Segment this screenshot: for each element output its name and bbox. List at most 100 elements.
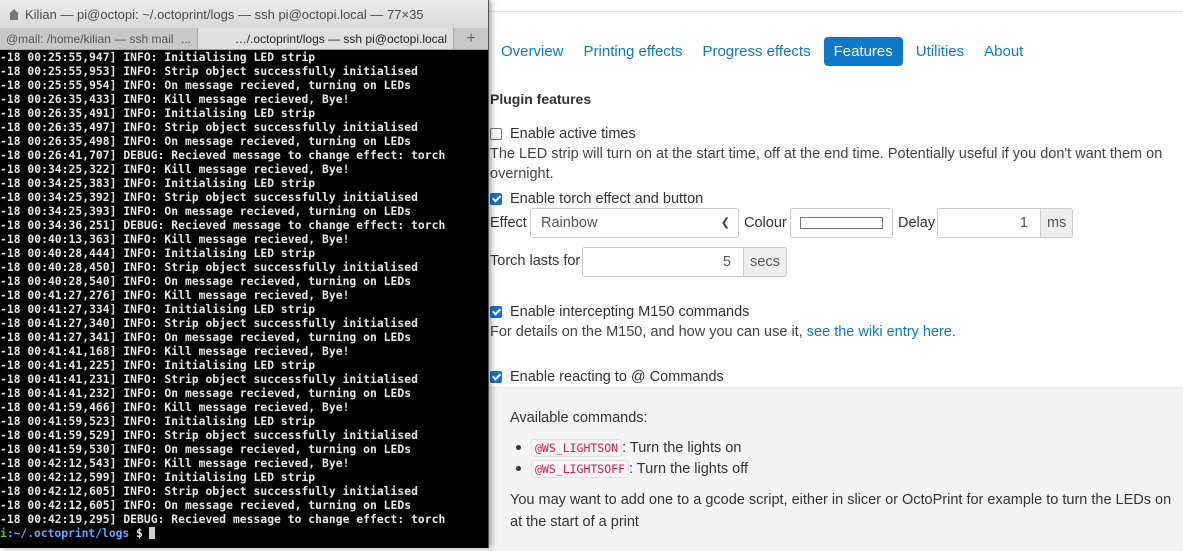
bullet <box>516 466 521 471</box>
log-line: -18 00:41:59,523] INFO: Initialising LED… <box>0 415 316 428</box>
prompt-symbol: $ <box>129 527 143 540</box>
m150-help-text: For details on the M150, and how you can… <box>490 324 807 340</box>
log-line: -18 00:41:41,225] INFO: Initialising LED… <box>0 359 316 372</box>
at-commands-label: Enable reacting to @ Commands <box>510 369 724 385</box>
bullet <box>516 445 521 450</box>
m150-label: Enable intercepting M150 commands <box>510 304 750 320</box>
section-title: Plugin features <box>490 91 592 107</box>
log-line: -18 00:26:41,707] DEBUG: Recieved messag… <box>0 149 446 162</box>
log-line: -18 00:26:35,433] INFO: Kill message rec… <box>0 93 350 106</box>
tab-features[interactable]: Features <box>823 37 903 66</box>
log-line: -18 00:41:41,232] INFO: On message recie… <box>0 387 412 400</box>
commands-info-panel: Available commands: @WS_LIGHTSON : Turn … <box>488 387 1183 551</box>
m150-checkbox[interactable] <box>490 306 502 318</box>
cursor <box>148 527 155 539</box>
chevron-down-icon: ❮ <box>720 217 730 229</box>
terminal-tab-logs[interactable]: …/.octoprint/logs — ssh pi@octopi.local <box>198 28 454 49</box>
wiki-link[interactable]: see the wiki entry here. <box>807 324 956 340</box>
log-line: -18 00:40:28,540] INFO: On message recie… <box>0 275 412 288</box>
log-line: -18 00:42:12,605] INFO: On message recie… <box>0 499 412 512</box>
log-line: -18 00:25:55,953] INFO: Strip object suc… <box>0 65 418 78</box>
effect-select-value: Rainbow <box>541 215 598 231</box>
plugin-settings-page: Overview Printing effects Progress effec… <box>488 0 1183 551</box>
m150-help: For details on the M150, and how you can… <box>490 322 956 342</box>
overflow-dots: ... <box>180 31 191 46</box>
at-commands-checkbox[interactable] <box>490 371 502 383</box>
torch-lasts-unit: secs <box>744 247 787 277</box>
command-desc: : Turn the lights on <box>622 439 742 456</box>
log-line: -18 00:42:12,605] INFO: Strip object suc… <box>0 485 418 498</box>
log-line: -18 00:34:25,392] INFO: Strip object suc… <box>0 191 418 204</box>
commands-list: @WS_LIGHTSON : Turn the lights on @WS_LI… <box>510 437 748 479</box>
new-tab-button[interactable]: + <box>454 28 488 49</box>
tab-utilities[interactable]: Utilities <box>909 37 971 66</box>
terminal-output[interactable]: -18 00:25:55,947] INFO: Initialising LED… <box>0 51 488 545</box>
log-line: -18 00:25:55,954] INFO: On message recie… <box>0 79 412 92</box>
prompt-host: i <box>0 527 7 540</box>
log-line: -18 00:41:59,529] INFO: Strip object suc… <box>0 429 418 442</box>
command-code: @WS_LIGHTSON <box>531 438 623 457</box>
log-line: -18 00:34:25,322] INFO: Kill message rec… <box>0 163 350 176</box>
log-line: -18 00:26:35,497] INFO: Strip object suc… <box>0 121 418 134</box>
commands-note: You may want to add one to a gcode scrip… <box>510 492 1172 530</box>
terminal-tab-label: @mail: /home/kilian — ssh mail <box>6 31 174 46</box>
torch-checkbox[interactable] <box>490 193 502 205</box>
delay-unit: ms <box>1041 208 1074 238</box>
log-line: -18 00:41:27,334] INFO: Initialising LED… <box>0 303 316 316</box>
torch-lasts-label: Torch lasts for <box>490 253 581 269</box>
tab-progress-effects[interactable]: Progress effects <box>695 37 817 66</box>
log-line: -18 00:26:35,491] INFO: Initialising LED… <box>0 107 316 120</box>
log-lines: -18 00:25:55,947] INFO: Initialising LED… <box>0 51 488 527</box>
log-line: -18 00:42:12,599] INFO: Initialising LED… <box>0 471 316 484</box>
log-line: -18 00:34:25,393] INFO: On message recie… <box>0 205 412 218</box>
prompt-path: :~/.octoprint/logs <box>6 527 130 540</box>
log-line: -18 00:42:12,543] INFO: Kill message rec… <box>0 457 350 470</box>
log-line: -18 00:40:28,450] INFO: Strip object suc… <box>0 261 418 274</box>
m150-row: Enable intercepting M150 commands <box>490 304 749 320</box>
at-commands-row: Enable reacting to @ Commands <box>490 369 724 385</box>
shell-prompt[interactable]: i:~/.octoprint/logs $ <box>0 527 488 541</box>
active-times-help: The LED strip will turn on at the start … <box>490 146 1163 182</box>
home-icon <box>9 8 19 20</box>
torch-label: Enable torch effect and button <box>510 191 704 207</box>
log-line: -18 00:41:41,168] INFO: Kill message rec… <box>0 345 350 358</box>
terminal-window[interactable]: Kilian — pi@octopi: ~/.octoprint/logs — … <box>0 0 489 548</box>
delay-label: Delay <box>898 215 936 231</box>
terminal-titlebar[interactable]: Kilian — pi@octopi: ~/.octoprint/logs — … <box>0 0 488 29</box>
terminal-tab-mail[interactable]: @mail: /home/kilian — ssh mail ... <box>0 28 198 49</box>
active-times-label: Enable active times <box>510 126 636 142</box>
tab-about[interactable]: About <box>977 37 1030 66</box>
log-line: -18 00:40:13,363] INFO: Kill message rec… <box>0 233 350 246</box>
log-line: -18 00:25:55,947] INFO: Initialising LED… <box>0 51 316 64</box>
settings-tabs: Overview Printing effects Progress effec… <box>494 37 1036 66</box>
log-line: -18 00:41:27,341] INFO: On message recie… <box>0 331 412 344</box>
active-times-checkbox[interactable] <box>490 128 502 140</box>
terminal-title: Kilian — pi@octopi: ~/.octoprint/logs — … <box>25 6 424 22</box>
active-times-row: Enable active times <box>490 126 636 142</box>
torch-lasts-input[interactable]: 5 <box>582 247 744 277</box>
log-line: -18 00:41:27,340] INFO: Strip object suc… <box>0 317 418 330</box>
command-desc: : Turn the lights off <box>629 460 749 477</box>
list-item: @WS_LIGHTSOFF : Turn the lights off <box>510 458 748 479</box>
delay-input[interactable]: 1 <box>937 208 1041 238</box>
colour-picker[interactable] <box>790 208 893 238</box>
log-line: -18 00:34:25,383] INFO: Initialising LED… <box>0 177 316 190</box>
log-line: -18 00:41:27,276] INFO: Kill message rec… <box>0 289 350 302</box>
log-line: -18 00:34:36,251] DEBUG: Recieved messag… <box>0 219 446 232</box>
log-line: -18 00:41:59,530] INFO: On message recie… <box>0 443 412 456</box>
list-item: @WS_LIGHTSON : Turn the lights on <box>510 437 748 458</box>
divider <box>488 11 1183 12</box>
terminal-tab-label: …/.octoprint/logs — ssh pi@octopi.local <box>234 31 447 46</box>
colour-label: Colour <box>744 215 787 231</box>
effect-select[interactable]: Rainbow ❮ <box>530 208 739 238</box>
log-line: -18 00:26:35,498] INFO: On message recie… <box>0 135 412 148</box>
available-commands-heading: Available commands: <box>510 410 648 426</box>
colour-swatch <box>800 217 883 229</box>
tab-overview[interactable]: Overview <box>494 37 571 66</box>
log-line: -18 00:40:28,444] INFO: Initialising LED… <box>0 247 316 260</box>
log-line: -18 00:41:59,466] INFO: Kill message rec… <box>0 401 350 414</box>
log-line: -18 00:42:19,295] DEBUG: Recieved messag… <box>0 513 446 526</box>
log-line: -18 00:41:41,231] INFO: Strip object suc… <box>0 373 418 386</box>
effect-label: Effect <box>490 215 527 231</box>
tab-printing-effects[interactable]: Printing effects <box>577 37 690 66</box>
